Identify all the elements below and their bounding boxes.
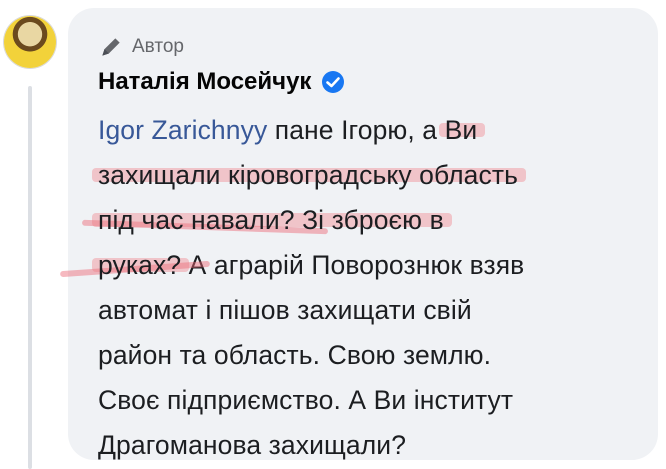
comment-line-7: Своє підприємство. А Ви інститут [98,385,514,415]
comment-line-6: район та область. Свою землю. [98,340,492,370]
commenter-name[interactable]: Наталія Мосейчук [98,68,311,96]
comment-text: Igor Zarichnyy пане Ігорю, а Ви захищали… [98,108,638,468]
highlighted-text: Ви [444,115,478,145]
highlighted-text: захищали кіровоградську область [98,160,518,190]
comment-line-1: Igor Zarichnyy пане Ігорю, а Ви [98,108,638,153]
comment-line-8: Драгоманова захищали? [98,430,407,460]
commenter-avatar[interactable] [4,16,56,68]
reply-thread-line [28,86,32,469]
pen-icon [102,38,120,56]
comment-line-2: захищали кіровоградську область [98,153,638,198]
comment-text-segment: А аграрій Поворознюк взяв [181,250,525,280]
comment-line-5: автомат і пішов захищати свій [98,295,472,325]
highlighted-text: під час навали? Зі зброєю в [98,205,444,235]
mention-link[interactable]: Igor Zarichnyy [98,115,267,145]
commenter-name-row: Наталія Мосейчук [98,68,345,96]
comment-line-4: руках? А аграрій Поворознюк взяв [98,243,638,288]
author-badge-label: Автор [132,36,184,57]
comment-line-3: під час навали? Зі зброєю в [98,198,638,243]
author-badge: Автор [98,34,184,60]
comment-screen: Автор Наталія Мосейчук Igor Zarichnyy па… [0,0,666,469]
highlighted-text: руках? [98,250,182,280]
verified-badge-icon [322,71,345,93]
comment-text-segment: пане Ігорю, а [267,115,445,145]
